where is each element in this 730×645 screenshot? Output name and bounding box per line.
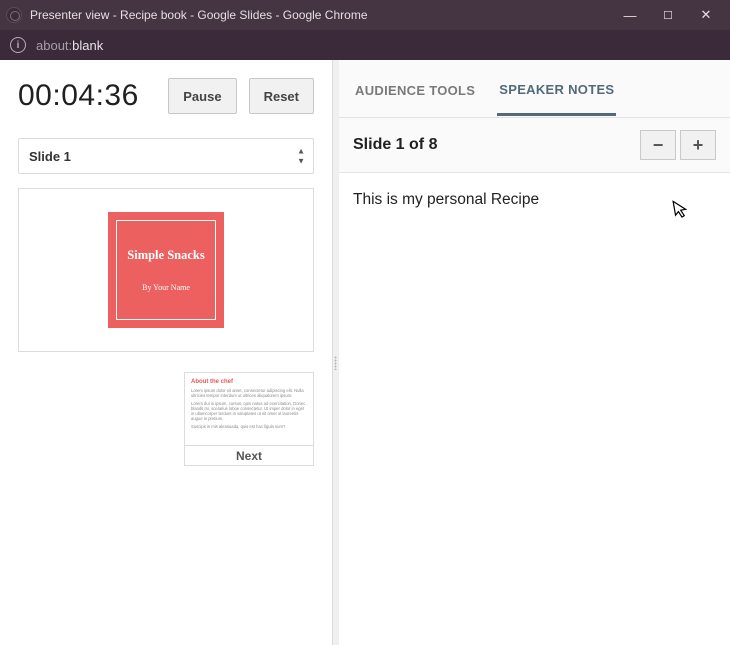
url-path: blank xyxy=(72,38,103,53)
presenter-right-panel: AUDIENCE TOOLS SPEAKER NOTES Slide 1 of … xyxy=(339,60,730,645)
next-button[interactable]: Next xyxy=(184,446,314,466)
pause-button[interactable]: Pause xyxy=(168,78,236,114)
tabs-row: AUDIENCE TOOLS SPEAKER NOTES xyxy=(339,60,730,118)
tab-audience-tools[interactable]: AUDIENCE TOOLS xyxy=(353,83,477,114)
speaker-notes-body: This is my personal Recipe xyxy=(339,173,730,645)
slide-counter: Slide 1 of 8 xyxy=(353,136,640,154)
speaker-notes-text: This is my personal Recipe xyxy=(353,191,539,208)
window-title: Presenter view - Recipe book - Google Sl… xyxy=(30,8,620,22)
slide-selector-dropdown[interactable]: Slide 1 ▲▼ xyxy=(18,138,314,174)
zoom-in-button[interactable]: + xyxy=(680,130,716,160)
app-icon xyxy=(6,7,22,23)
slide-title: Simple Snacks xyxy=(127,248,204,263)
reset-button[interactable]: Reset xyxy=(249,78,314,114)
info-icon[interactable]: i xyxy=(10,37,26,53)
next-slide-wrap: About the chef Lorem ipsum dolor sit ame… xyxy=(184,372,314,466)
zoom-out-button[interactable]: − xyxy=(640,130,676,160)
next-slide-text1: Lorem ipsum dolor sit amet, consectetur … xyxy=(191,388,307,398)
content-area: 00:04:36 Pause Reset Slide 1 ▲▼ Simple S… xyxy=(0,60,730,645)
timer-row: 00:04:36 Pause Reset xyxy=(18,78,314,114)
next-slide-preview[interactable]: About the chef Lorem ipsum dolor sit ame… xyxy=(184,372,314,446)
timer-display: 00:04:36 xyxy=(18,79,156,113)
address-bar[interactable]: i about:blank xyxy=(0,30,730,60)
tab-speaker-notes[interactable]: SPEAKER NOTES xyxy=(497,82,616,116)
next-slide-text2: Lorem dui in ipsum, cursus, quis natus a… xyxy=(191,401,307,421)
mouse-cursor-icon xyxy=(672,198,692,225)
slide-selector-label: Slide 1 xyxy=(29,149,71,164)
notes-header: Slide 1 of 8 − + xyxy=(339,118,730,173)
next-slide-text3: Suscipit in mis aleasuada, quis est hac … xyxy=(191,424,307,429)
slide-thumbnail: Simple Snacks By Your Name xyxy=(108,212,224,328)
slide-byline: By Your Name xyxy=(142,283,190,292)
url-scheme: about: xyxy=(36,38,72,53)
next-slide-title: About the chef xyxy=(191,379,307,385)
presenter-left-panel: 00:04:36 Pause Reset Slide 1 ▲▼ Simple S… xyxy=(0,60,333,645)
close-button[interactable]: ✕ xyxy=(696,7,716,23)
dropdown-arrows-icon: ▲▼ xyxy=(297,147,305,166)
maximize-button[interactable]: ☐ xyxy=(658,9,678,22)
window-titlebar: Presenter view - Recipe book - Google Sl… xyxy=(0,0,730,30)
current-slide-preview[interactable]: Simple Snacks By Your Name xyxy=(18,188,314,352)
minimize-button[interactable]: — xyxy=(620,8,640,23)
